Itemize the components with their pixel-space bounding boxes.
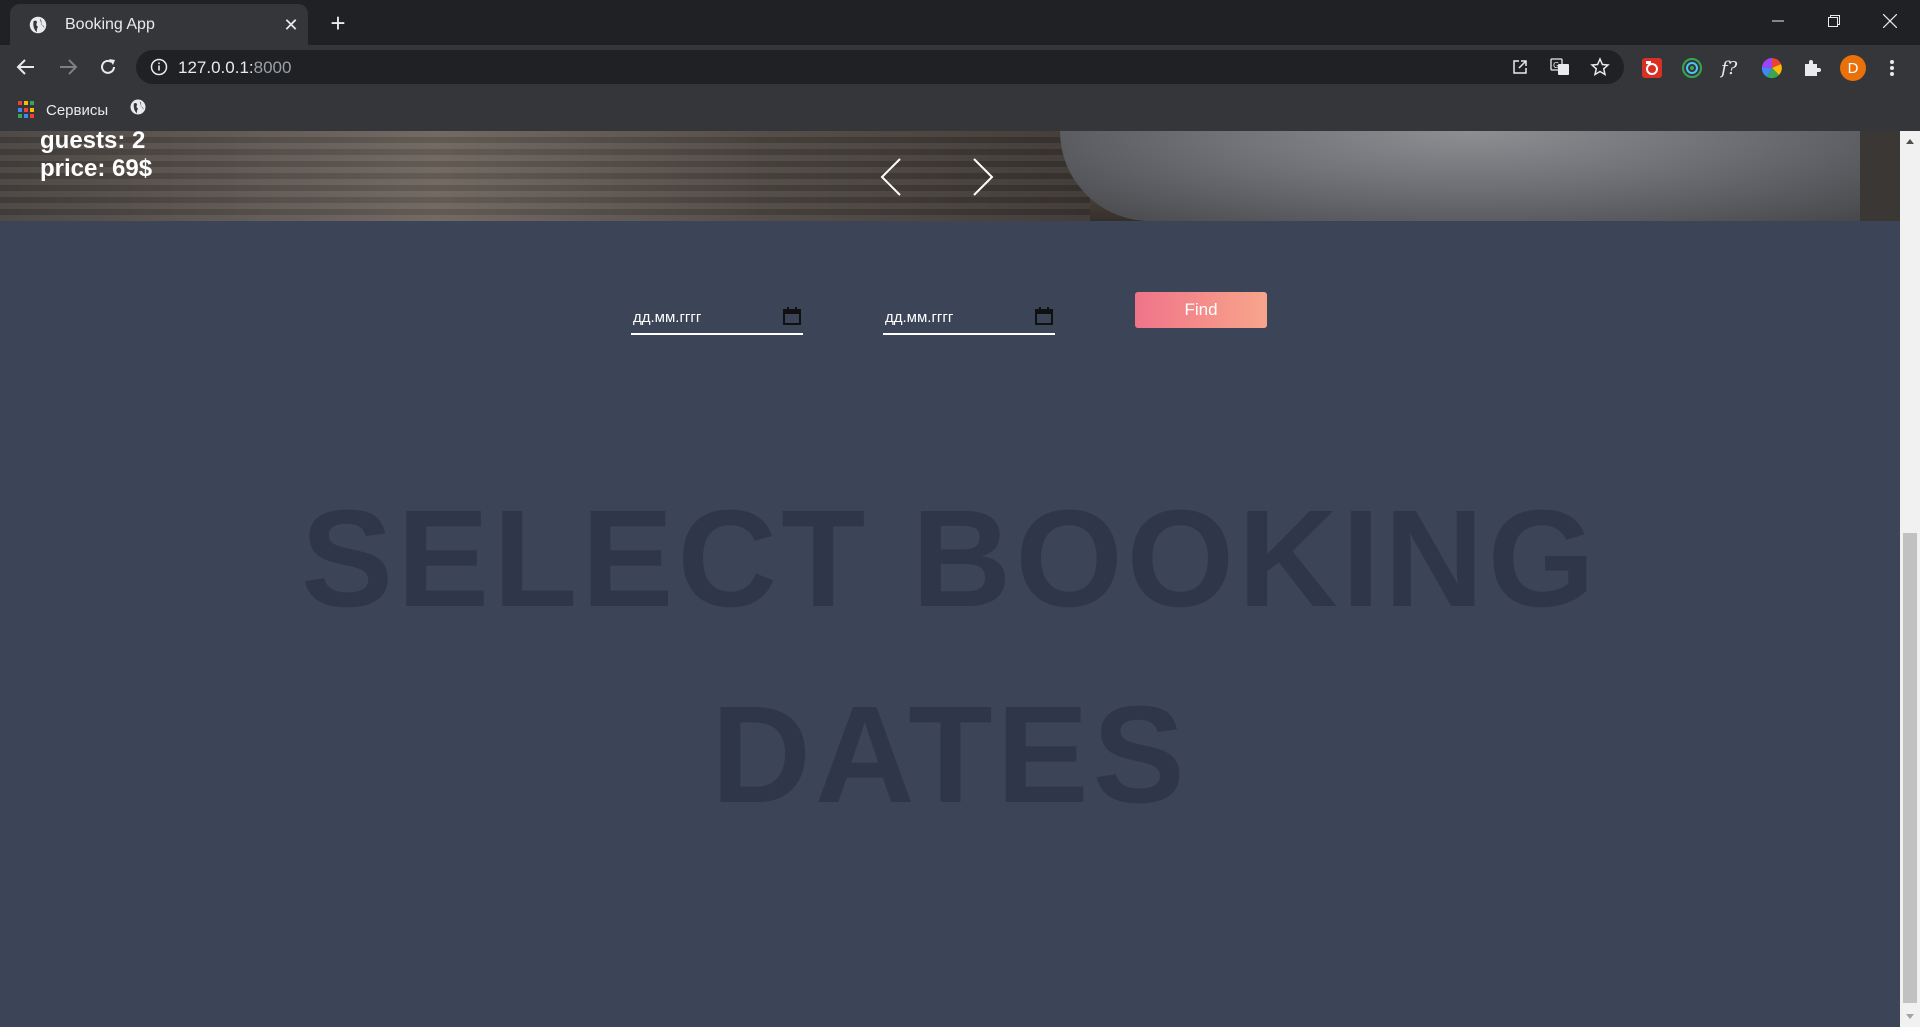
info-icon[interactable] <box>150 58 168 76</box>
close-tab-icon[interactable]: ✕ <box>280 14 302 36</box>
reload-icon <box>101 59 115 74</box>
room-info: guests: 2 price: 69$ <box>40 131 152 183</box>
translate-icon[interactable]: G <box>1550 57 1570 77</box>
apps-grid-icon <box>18 101 36 119</box>
select-dates-message: SELECT BOOKING DATES <box>0 461 1900 853</box>
checkout-placeholder: дд.мм.гггг <box>885 309 954 326</box>
formula-ext-icon[interactable]: f? <box>1720 56 1744 80</box>
arrow-right-icon <box>60 59 78 75</box>
star-bookmark-icon[interactable] <box>1590 57 1610 77</box>
bookmark-globe-icon[interactable] <box>128 97 148 117</box>
puzzle-icon[interactable] <box>1800 56 1824 80</box>
svg-text:f?: f? <box>1720 58 1738 79</box>
target-ext-icon[interactable] <box>1680 56 1704 80</box>
calendar-icon[interactable] <box>1035 307 1053 325</box>
carousel-next-icon[interactable] <box>962 157 1002 197</box>
message-line-1: SELECT BOOKING <box>300 482 1600 636</box>
checkin-placeholder: дд.мм.гггг <box>633 309 702 326</box>
profile-avatar[interactable]: D <box>1840 55 1866 81</box>
tab-booking-app[interactable]: Booking App ✕ <box>10 4 308 45</box>
bookmark-apps-label: Сервисы <box>46 101 109 119</box>
scroll-up-icon[interactable] <box>1904 135 1916 147</box>
close-window-button[interactable] <box>1862 0 1918 42</box>
restore-icon <box>1828 15 1840 27</box>
scroll-thumb[interactable] <box>1903 533 1917 1003</box>
tab-title: Booking App <box>65 16 155 33</box>
page-content: guests: 2 price: 69$ дд.мм.гггг дд.мм.гг… <box>0 131 1900 1027</box>
forward-button[interactable] <box>52 51 84 83</box>
page-scrollbar[interactable] <box>1900 131 1920 1027</box>
svg-text:G: G <box>1553 61 1559 70</box>
hero-image-sofa <box>1060 131 1880 221</box>
calendar-icon[interactable] <box>783 307 801 325</box>
hero-carousel: guests: 2 price: 69$ <box>0 131 1900 221</box>
find-button[interactable]: Find <box>1135 292 1267 328</box>
minimize-icon <box>1772 20 1784 22</box>
bookmark-apps[interactable]: Сервисы <box>18 99 108 121</box>
reload-button[interactable] <box>92 51 124 83</box>
toolbar: 127.0.0.1:8000 G f? D <box>0 45 1920 89</box>
checkin-date-input[interactable]: дд.мм.гггг <box>631 301 803 335</box>
browser-chrome: Booking App ✕ + 127.0.0.1:8000 G f? D Се… <box>0 0 1920 131</box>
tab-strip: Booking App ✕ + <box>0 0 1920 45</box>
restore-button[interactable] <box>1806 0 1862 42</box>
room-guests: guests: 2 <box>40 131 146 154</box>
minimize-button[interactable] <box>1750 0 1806 42</box>
color-wheel-ext-icon[interactable] <box>1760 56 1784 80</box>
screenshot-ext-icon[interactable] <box>1640 56 1664 80</box>
hero-image-floor <box>0 131 1090 221</box>
bookmarks-bar: Сервисы <box>0 89 1920 131</box>
url-text: 127.0.0.1:8000 <box>178 58 292 77</box>
back-button[interactable] <box>10 51 42 83</box>
hero-image-edge <box>1860 131 1900 221</box>
arrow-left-icon <box>16 59 34 75</box>
menu-kebab-icon[interactable] <box>1880 56 1904 80</box>
message-line-2: DATES <box>711 678 1189 832</box>
globe-icon <box>29 16 47 34</box>
scroll-down-icon[interactable] <box>1904 1011 1916 1023</box>
open-in-app-icon[interactable] <box>1510 57 1530 77</box>
new-tab-button[interactable]: + <box>323 8 353 38</box>
address-bar[interactable]: 127.0.0.1:8000 G <box>136 50 1624 84</box>
checkout-date-input[interactable]: дд.мм.гггг <box>883 301 1055 335</box>
carousel-prev-icon[interactable] <box>872 157 912 197</box>
close-window-icon <box>1883 14 1897 28</box>
room-price: price: 69$ <box>40 155 153 182</box>
date-search-bar: дд.мм.гггг дд.мм.гггг Find <box>0 292 1900 361</box>
